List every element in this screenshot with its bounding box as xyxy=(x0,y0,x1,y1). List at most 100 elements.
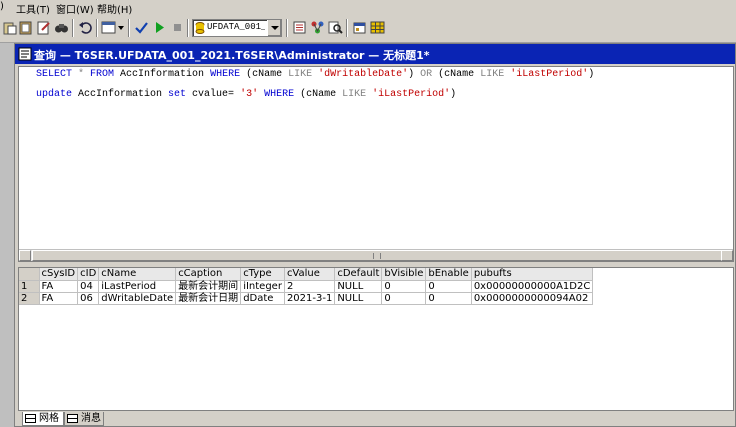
tab-messages[interactable]: 消息 xyxy=(64,412,104,426)
sql-token: ) xyxy=(450,89,457,100)
tab-messages-label: 消息 xyxy=(81,413,101,424)
column-header[interactable]: cType xyxy=(240,268,285,281)
undo-icon[interactable] xyxy=(77,19,94,36)
table-cell[interactable]: 0x00000000000A1D2C xyxy=(471,280,594,293)
column-header[interactable]: bEnable xyxy=(425,268,472,281)
row-number-header xyxy=(19,268,40,281)
table-cell[interactable]: 06 xyxy=(77,292,100,305)
sql-token: AccInformation xyxy=(72,89,169,100)
toolbar-separator xyxy=(96,19,98,37)
sql-token: 'iLastPeriod' xyxy=(510,69,589,80)
results-mode-dropdown-icon[interactable] xyxy=(100,19,126,36)
table-cell[interactable]: NULL xyxy=(334,280,383,293)
magnifier-icon[interactable] xyxy=(327,19,344,36)
menu-window[interactable]: 窗口(W) xyxy=(56,1,94,16)
menu-bar: ) 工具(T) 窗口(W) 帮助(H) xyxy=(0,0,736,16)
chevron-down-icon[interactable] xyxy=(267,20,281,36)
column-header[interactable]: pubufts xyxy=(471,268,594,281)
scroll-grip-icon xyxy=(373,253,381,259)
sql-line-2[interactable]: update AccInformation set cvalue= '3' WH… xyxy=(36,89,456,100)
sql-line-1[interactable]: SELECT * FROM AccInformation WHERE (cNam… xyxy=(36,69,594,80)
grid-icon xyxy=(25,414,36,423)
sql-token: 'dWritableDate' xyxy=(318,69,409,80)
results-tabs: 网格 消息 xyxy=(18,412,734,427)
toolbar-separator xyxy=(128,19,130,37)
table-cell[interactable]: dDate xyxy=(240,292,285,305)
messages-icon xyxy=(67,414,78,423)
database-select-value: UFDATA_001_20 xyxy=(207,22,265,32)
scroll-left-icon[interactable] xyxy=(19,250,31,261)
table-cell[interactable]: iInteger xyxy=(240,280,285,293)
column-header[interactable]: cName xyxy=(98,268,177,281)
table-cell[interactable]: 0 xyxy=(381,292,427,305)
object-search-icon[interactable] xyxy=(309,19,326,36)
table-row[interactable]: 2 FA 06 dWritableDate 最新会计日期 dDate 2021-… xyxy=(19,292,594,305)
menu-tools[interactable]: 工具(T) xyxy=(16,1,50,16)
sql-token: ) xyxy=(588,69,595,80)
table-cell[interactable]: 最新会计日期 xyxy=(175,292,242,305)
sql-token: LIKE xyxy=(342,89,367,100)
results-grid-icon[interactable] xyxy=(369,19,386,36)
sql-token: (cName xyxy=(432,69,481,80)
column-header[interactable]: cSysID xyxy=(39,268,79,281)
find-binoculars-icon[interactable] xyxy=(53,19,70,36)
sql-editor[interactable]: SELECT * FROM AccInformation WHERE (cNam… xyxy=(18,66,734,262)
scroll-thumb[interactable] xyxy=(32,250,722,261)
query-window-icon xyxy=(18,47,32,61)
table-cell[interactable]: 04 xyxy=(77,280,100,293)
sql-token: 'iLastPeriod' xyxy=(372,89,451,100)
sql-token: set xyxy=(168,89,187,100)
edit-document-icon[interactable] xyxy=(35,19,52,36)
stop-icon[interactable] xyxy=(169,19,186,36)
database-select[interactable]: UFDATA_001_20 xyxy=(192,19,282,37)
query-window-titlebar[interactable]: 查询 — T6SER.UFDATA_001_2021.T6SER\Adminis… xyxy=(15,44,735,64)
table-cell[interactable]: iLastPeriod xyxy=(98,280,177,293)
table-cell[interactable]: dWritableDate xyxy=(98,292,177,305)
sql-token: FROM xyxy=(90,69,115,80)
table-cell[interactable]: 2021-3-1 xyxy=(284,292,336,305)
toolbar-separator xyxy=(346,19,348,37)
table-row[interactable]: 1 FA 04 iLastPeriod 最新会计期间 iInteger 2 NU… xyxy=(19,280,594,293)
object-browser-icon[interactable] xyxy=(291,19,308,36)
column-header[interactable]: bVisible xyxy=(381,268,427,281)
table-cell[interactable]: 0 xyxy=(381,280,427,293)
editor-horizontal-scrollbar[interactable] xyxy=(19,249,733,261)
table-cell[interactable]: 2 xyxy=(284,280,336,293)
table-cell[interactable]: 最新会计期间 xyxy=(175,280,242,293)
scroll-right-icon[interactable] xyxy=(721,250,733,261)
sql-token: SELECT xyxy=(36,69,73,80)
sql-token: (cName xyxy=(294,89,343,100)
results-table: cSysID cID cName cCaption cType cValue c… xyxy=(19,268,594,305)
column-header[interactable]: cValue xyxy=(284,268,336,281)
sql-token: AccInformation xyxy=(114,69,211,80)
toolbar-separator xyxy=(286,19,288,37)
table-cell[interactable]: FA xyxy=(39,292,79,305)
clipboard-icon[interactable] xyxy=(17,19,34,36)
menu-help[interactable]: 帮助(H) xyxy=(97,1,132,16)
column-header[interactable]: cDefault xyxy=(334,268,383,281)
paste-icon[interactable] xyxy=(1,19,18,36)
toolbar: UFDATA_001_20 xyxy=(0,15,736,43)
sql-token: ) xyxy=(408,69,421,80)
results-grid[interactable]: cSysID cID cName cCaption cType cValue c… xyxy=(18,267,734,411)
column-header[interactable]: cCaption xyxy=(175,268,242,281)
parse-checkmark-icon[interactable] xyxy=(133,19,150,36)
table-cell[interactable]: FA xyxy=(39,280,79,293)
table-cell[interactable]: NULL xyxy=(334,292,383,305)
sql-token: * xyxy=(72,69,91,80)
table-cell[interactable]: 0 xyxy=(425,280,472,293)
properties-icon[interactable] xyxy=(351,19,368,36)
menu-item-truncated[interactable]: ) xyxy=(0,1,6,12)
tab-grid[interactable]: 网格 xyxy=(22,412,64,426)
row-number[interactable]: 2 xyxy=(19,292,40,305)
results-header-row: cSysID cID cName cCaption cType cValue c… xyxy=(19,268,594,281)
execute-play-icon[interactable] xyxy=(151,19,168,36)
table-cell[interactable]: 0x0000000000094A02 xyxy=(471,292,594,305)
table-cell[interactable]: 0 xyxy=(425,292,472,305)
toolbar-separator xyxy=(187,19,189,37)
row-number[interactable]: 1 xyxy=(19,280,40,293)
sql-token: LIKE xyxy=(288,69,313,80)
column-header[interactable]: cID xyxy=(77,268,100,281)
sql-token: WHERE xyxy=(210,69,241,80)
sql-token: (cName xyxy=(240,69,289,80)
